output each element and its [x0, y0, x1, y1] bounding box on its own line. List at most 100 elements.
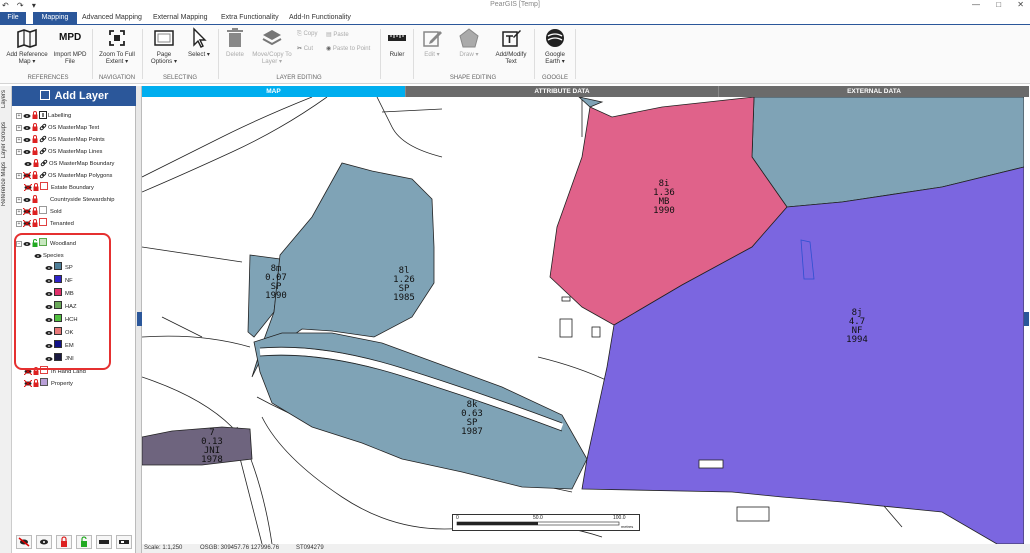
expand-toggle[interactable]: +: [16, 137, 22, 143]
collapse-all-button[interactable]: [96, 535, 112, 549]
tab-external-mapping[interactable]: External Mapping: [149, 12, 211, 24]
lock-icon[interactable]: [33, 159, 39, 167]
layer-row[interactable]: + OS MasterMap Lines: [16, 146, 102, 158]
scale-bar: 0 50.0 100.0 metres: [452, 514, 640, 531]
lock-icon[interactable]: [32, 195, 38, 203]
layer-row[interactable]: + OS MasterMap Text: [16, 122, 99, 134]
tab-map[interactable]: MAP: [142, 86, 405, 97]
eye-off-icon[interactable]: [23, 208, 31, 215]
page-options-button[interactable]: Page Options ▾: [146, 27, 182, 65]
add-layer-label: Add Layer: [54, 90, 109, 102]
status-scale: Scale: 1:1,250: [144, 545, 183, 551]
add-modify-text-button[interactable]: Add/Modify Text: [492, 27, 530, 65]
eye-icon[interactable]: [23, 149, 31, 155]
close-icon[interactable]: ✕: [1017, 0, 1024, 9]
lock-icon[interactable]: [32, 135, 38, 143]
draw-button[interactable]: Draw ▾: [454, 27, 484, 58]
edit-label: Edit ▾: [424, 51, 440, 58]
layer-row[interactable]: + OS MasterMap Polygons: [16, 170, 112, 182]
label-icon: [39, 111, 47, 119]
lock-icon[interactable]: [32, 207, 38, 215]
ruler-button[interactable]: Ruler: [384, 27, 410, 58]
hide-all-button[interactable]: [16, 535, 32, 549]
tab-layer-groups[interactable]: Layer Groups: [1, 122, 7, 158]
status-osgb: OSGB: 309457.76 127996.76: [200, 545, 280, 551]
add-reference-map-button[interactable]: Add Reference Map ▾: [6, 27, 48, 65]
layer-color-swatch[interactable]: [40, 182, 48, 190]
add-layer-button[interactable]: Add Layer: [12, 86, 136, 106]
tab-file[interactable]: File: [0, 12, 26, 24]
layer-row[interactable]: + Countryside Stewardship: [16, 194, 114, 206]
unlock-all-button[interactable]: [76, 535, 92, 549]
collapse-right-handle[interactable]: [1024, 312, 1029, 326]
tab-external-data[interactable]: EXTERNAL DATA: [718, 86, 1029, 97]
eye-off-icon[interactable]: [23, 172, 31, 179]
paste-button[interactable]: ▤ Paste: [326, 31, 349, 38]
paste-to-point-button[interactable]: ◉ Paste to Point: [326, 45, 370, 52]
cut-button[interactable]: ✂ Cut: [297, 45, 313, 52]
map-canvas[interactable]: 8i 1.36 MB 1990 8m 0.07 SP 1990 8l 1.26 SP…: [142, 97, 1024, 544]
copy-button[interactable]: ⎘ Copy: [297, 31, 317, 38]
eye-icon[interactable]: [23, 197, 31, 203]
lock-all-button[interactable]: [56, 535, 72, 549]
cut-label: Cut: [303, 46, 314, 52]
paste-label: Paste: [333, 32, 349, 38]
tab-mapping[interactable]: Mapping: [33, 12, 77, 24]
lock-icon[interactable]: [33, 183, 39, 191]
lock-icon[interactable]: [32, 123, 38, 131]
lock-icon[interactable]: [32, 171, 38, 179]
zoom-full-extent-button[interactable]: Zoom To Full Extent ▾: [96, 27, 138, 65]
eye-icon[interactable]: [23, 113, 31, 119]
separator: [92, 29, 93, 79]
google-earth-button[interactable]: Google Earth ▾: [538, 27, 572, 65]
expand-toggle[interactable]: +: [16, 125, 22, 131]
tab-attribute-data[interactable]: ATTRIBUTE DATA: [405, 86, 718, 97]
layer-color-swatch[interactable]: [39, 206, 47, 214]
unlock-icon: [81, 536, 87, 547]
eye-icon[interactable]: [24, 161, 32, 167]
edit-button[interactable]: Edit ▾: [418, 27, 446, 58]
expand-toggle[interactable]: +: [16, 209, 22, 215]
layer-row[interactable]: Estate Boundary: [16, 182, 94, 194]
layer-color-swatch[interactable]: [40, 378, 48, 386]
parcel-label: 8k 0.63 SP 1987: [461, 400, 483, 437]
expand-all-button[interactable]: [116, 535, 132, 549]
zoom-extent-icon: [109, 30, 125, 46]
lock-icon[interactable]: [32, 111, 38, 119]
tab-extra-functionality[interactable]: Extra Functionality: [217, 12, 283, 24]
maximize-icon[interactable]: □: [996, 0, 1001, 9]
eye-off-icon: [18, 537, 30, 547]
expand-toggle[interactable]: +: [16, 113, 22, 119]
layer-color-swatch[interactable]: [39, 218, 47, 226]
lock-icon[interactable]: [32, 219, 38, 227]
eye-icon[interactable]: [23, 125, 31, 131]
layer-row[interactable]: + OS MasterMap Points: [16, 134, 105, 146]
minimize-icon[interactable]: —: [972, 0, 980, 9]
select-button[interactable]: Select ▾: [184, 27, 214, 58]
lock-icon[interactable]: [32, 147, 38, 155]
layer-row[interactable]: Property: [16, 378, 73, 390]
layer-row[interactable]: OS MasterMap Boundary: [16, 158, 114, 170]
layer-row[interactable]: + Sold: [16, 206, 62, 218]
tab-reference-maps[interactable]: Reference Maps: [1, 162, 7, 206]
delete-button[interactable]: Delete: [222, 27, 248, 58]
lock-icon[interactable]: [33, 379, 39, 387]
show-all-button[interactable]: [36, 535, 52, 549]
expand-toggle[interactable]: +: [16, 197, 22, 203]
import-mpd-button[interactable]: MPD Import MPD File: [52, 27, 88, 65]
layer-row[interactable]: + Labelling: [16, 110, 71, 122]
expand-toggle[interactable]: +: [16, 149, 22, 155]
tab-add-in-functionality[interactable]: Add-In Functionality: [285, 12, 355, 24]
move-copy-button[interactable]: Move/Copy To Layer ▾: [252, 27, 292, 65]
eye-off-icon[interactable]: [24, 184, 32, 191]
layer-row[interactable]: + Tenanted: [16, 218, 74, 230]
expand-toggle[interactable]: +: [16, 173, 22, 179]
eye-off-icon[interactable]: [23, 220, 31, 227]
tab-advanced-mapping[interactable]: Advanced Mapping: [78, 12, 146, 24]
expand-toggle[interactable]: +: [16, 221, 22, 227]
eye-off-icon[interactable]: [24, 380, 32, 387]
mpd-icon: MPD: [59, 32, 82, 43]
add-modify-text-label: Add/Modify Text: [495, 51, 527, 65]
tab-layers[interactable]: Layers: [1, 90, 7, 108]
eye-icon[interactable]: [23, 137, 31, 143]
